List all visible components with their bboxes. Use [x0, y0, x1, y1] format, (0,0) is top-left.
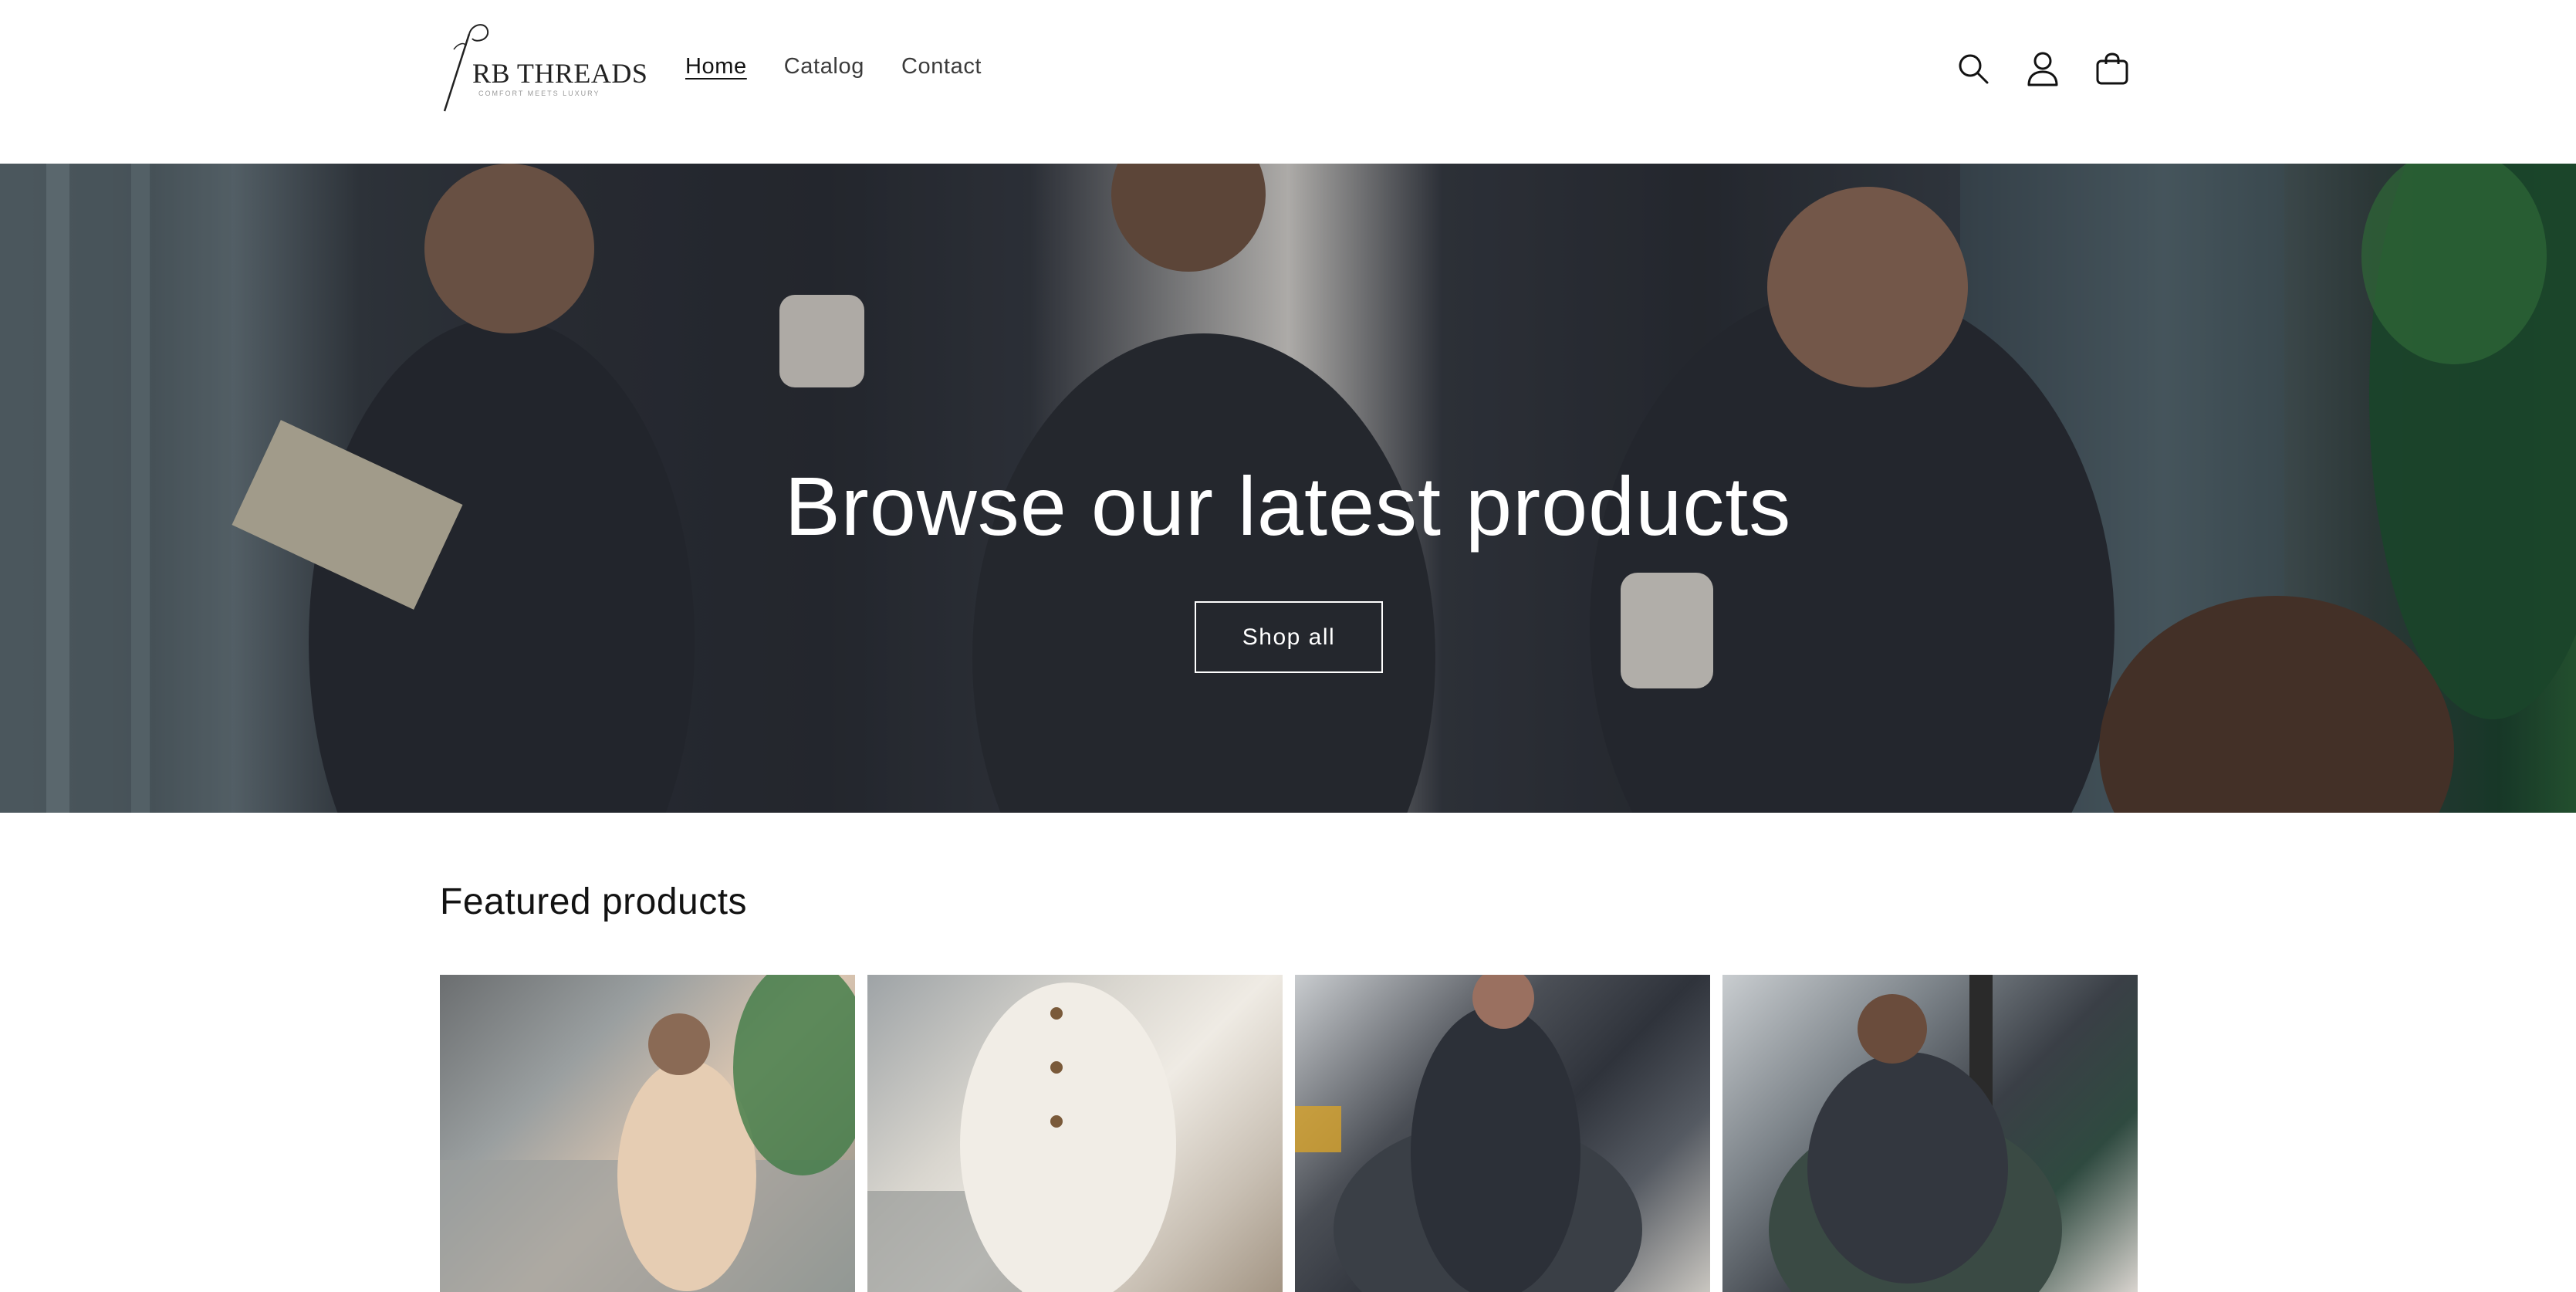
header-actions — [1952, 45, 2133, 93]
search-icon — [1959, 54, 1989, 84]
nav-home[interactable]: Home — [685, 54, 747, 79]
logo-name: RB THREADS — [472, 58, 648, 89]
cart-icon — [2096, 52, 2128, 85]
product-card[interactable] — [1295, 975, 1710, 1292]
product-card[interactable] — [440, 975, 855, 1292]
product-grid — [440, 975, 2138, 1292]
main-nav: Home Catalog Contact — [685, 54, 982, 79]
hero-banner: Browse our latest products Shop all — [0, 164, 2576, 813]
search-button[interactable] — [1952, 45, 1994, 93]
product-image — [440, 975, 855, 1292]
product-image — [867, 983, 1176, 1292]
nav-contact[interactable]: Contact — [901, 54, 982, 79]
product-card[interactable] — [1722, 975, 2138, 1292]
site-header: RB THREADS COMFORT MEETS LUXURY Home Cat… — [0, 0, 2576, 164]
product-card[interactable] — [867, 975, 1283, 1292]
account-icon — [2027, 52, 2058, 86]
product-image — [1769, 975, 2062, 1292]
product-image — [1295, 975, 1642, 1292]
nav-catalog[interactable]: Catalog — [784, 54, 864, 79]
shop-all-button[interactable]: Shop all — [1195, 601, 1383, 673]
logo-tagline: COMFORT MEETS LUXURY — [478, 90, 600, 97]
cart-button[interactable] — [2091, 45, 2133, 93]
hero-title: Browse our latest products — [784, 459, 1792, 553]
store-logo[interactable]: RB THREADS COMFORT MEETS LUXURY — [438, 19, 647, 119]
account-button[interactable] — [2022, 45, 2064, 93]
featured-products-heading: Featured products — [440, 881, 748, 922]
